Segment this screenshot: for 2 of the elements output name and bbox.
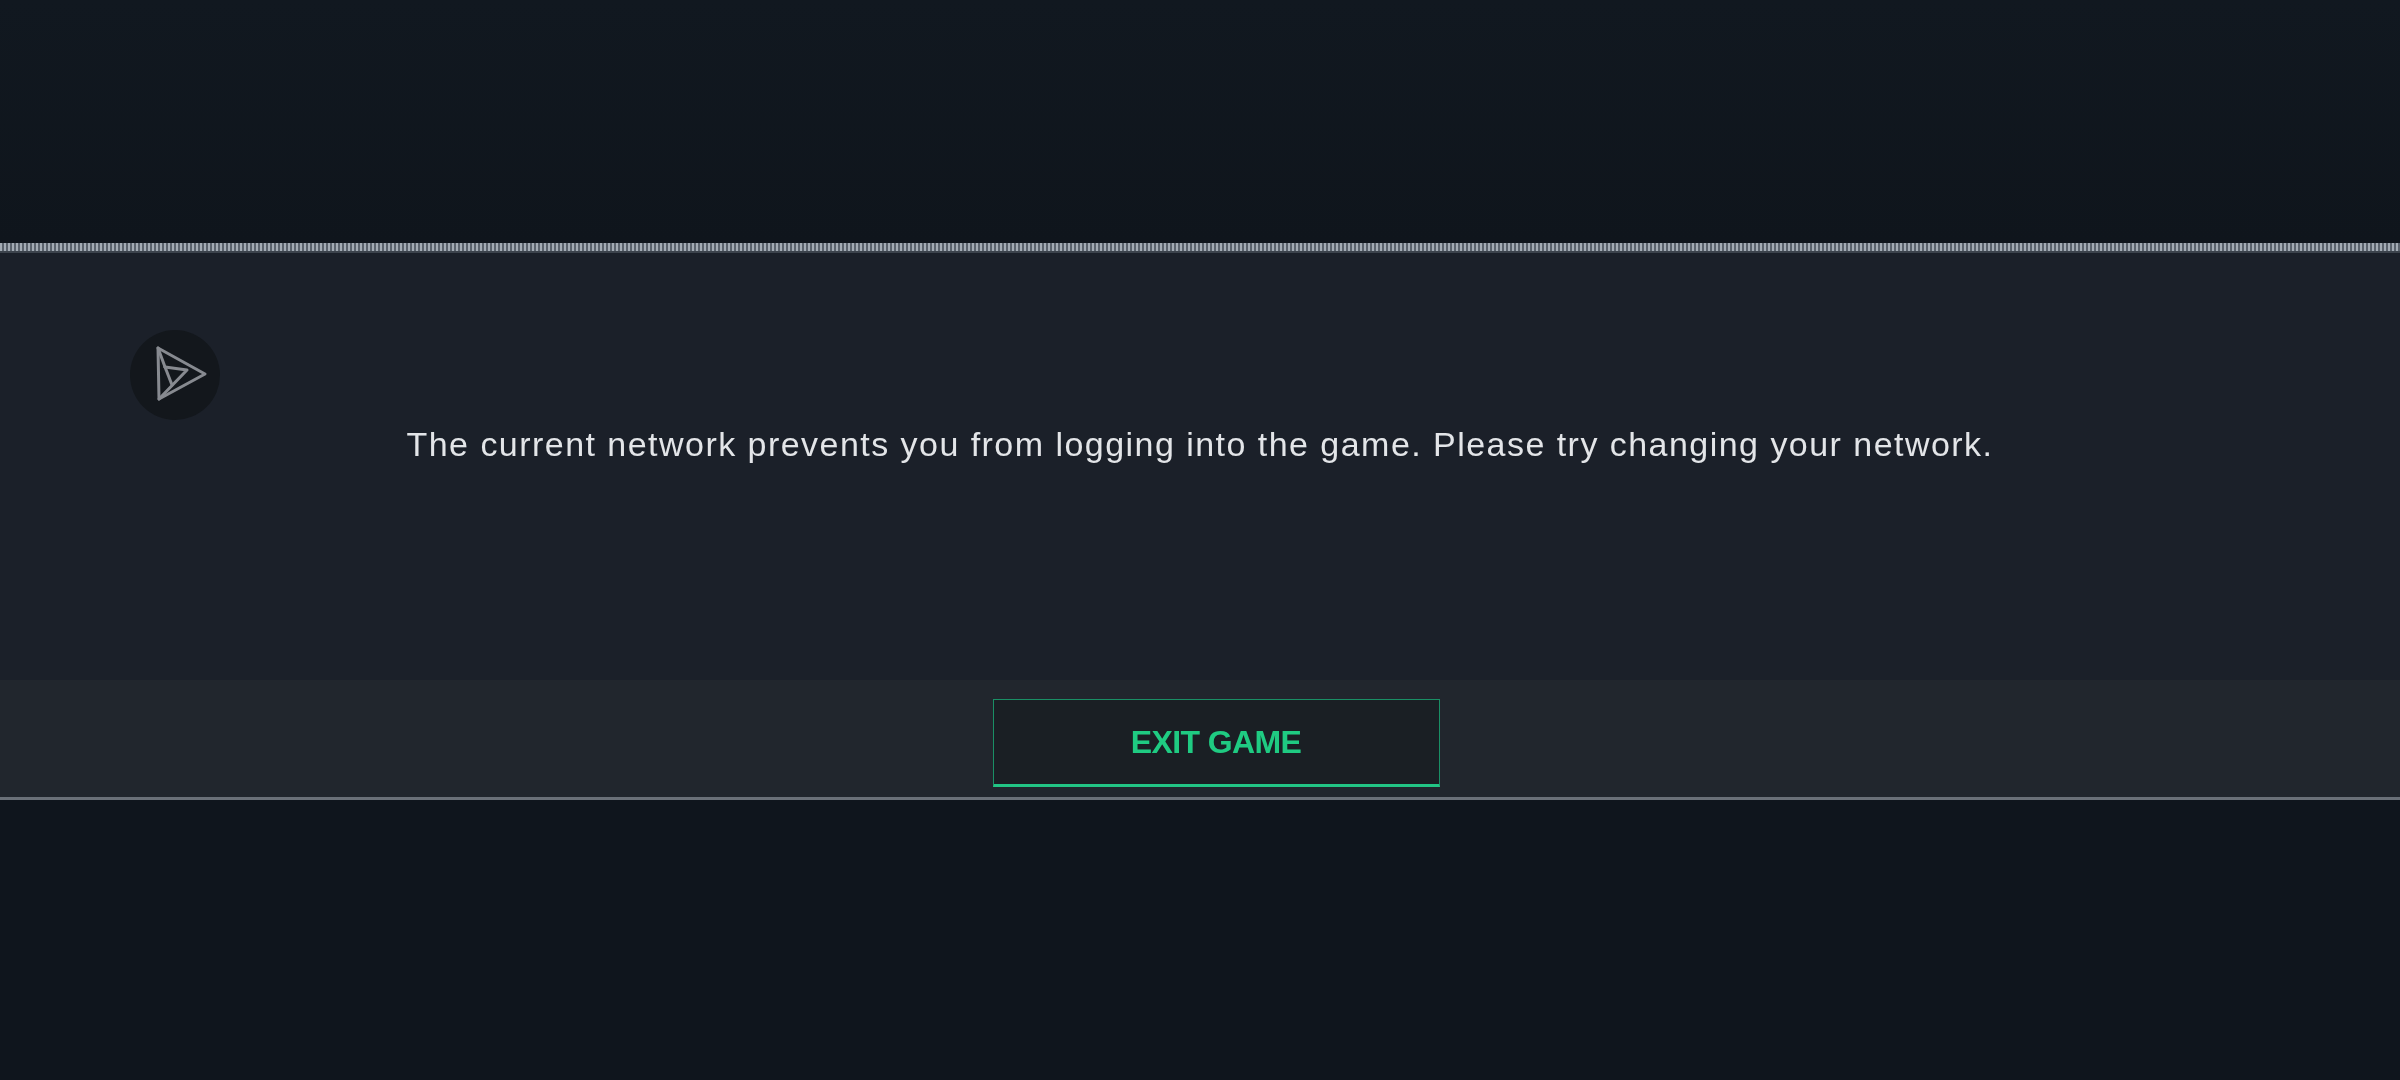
exit-game-button[interactable]: EXIT GAME — [992, 699, 1440, 787]
error-message: The current network prevents you from logging into the game. Please try changing your network. — [405, 424, 1995, 465]
